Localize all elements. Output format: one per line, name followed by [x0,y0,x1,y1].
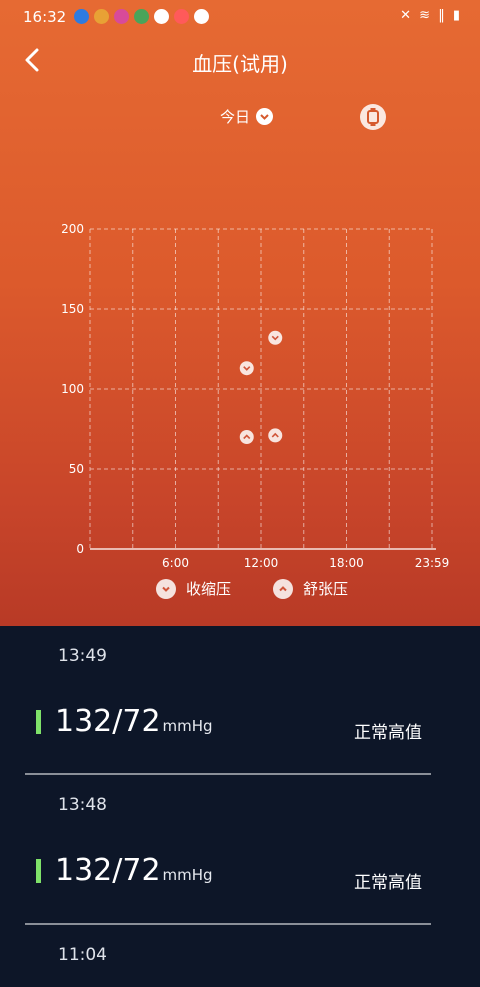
notification-app-icon [194,9,209,24]
x-tick-label: 12:00 [244,556,279,570]
date-selector[interactable]: 今日 [220,106,274,127]
divider [25,773,431,775]
legend-systolic-label: 收缩压 [186,580,232,598]
notification-app-icon [74,9,89,24]
record-reading[interactable]: 132/72 mmHg [36,704,213,739]
x-tick-label: 23:59 [415,556,450,570]
record-unit: mmHg [162,866,213,884]
y-tick-label: 100 [61,382,84,396]
status-bar: 16:32 ✕ ≋ ‖ ▮ [0,0,480,34]
diastolic-point [239,430,254,444]
x-tick-label: 18:00 [329,556,364,570]
record-value: 132/72 [55,704,161,739]
notification-app-icon [94,9,109,24]
chevron-down-icon [256,108,274,125]
legend-diastolic: 舒张压 [273,578,348,599]
record-unit: mmHg [162,717,213,735]
y-tick-label: 200 [61,222,84,236]
divider [25,923,431,925]
blood-pressure-chart: 200 150 100 50 0 6:00 12:00 18:00 23:59 [61,222,450,570]
legend-systolic: 收缩压 [156,578,231,599]
status-indicator [36,858,41,883]
record-status: 正常高值 [354,723,422,743]
record-time: 11:04 [58,945,107,965]
system-status-icons: ✕ ≋ ‖ ▮ [400,8,462,23]
page-title: 血压(试用) [192,52,288,76]
date-selector-label: 今日 [220,108,251,126]
header-panel: 16:32 ✕ ≋ ‖ ▮ 血压(试用) 今日 200 150 100 50 0 6:00… [0,0,480,626]
x-tick-label: 6:00 [162,556,189,570]
status-time: 16:32 [23,8,67,26]
records-list[interactable]: 13:49 132/72 mmHg 正常高值 13:48 132/72 mmHg… [0,626,480,987]
y-tick-label: 150 [61,302,84,316]
notification-icons [74,9,209,24]
chevron-up-icon [273,578,293,599]
legend-diastolic-label: 舒张压 [303,580,349,598]
chevron-down-icon [156,578,176,599]
y-tick-label: 50 [69,462,84,476]
notification-app-icon [174,9,189,24]
y-tick-label: 0 [76,542,84,556]
record-value: 132/72 [55,853,161,888]
notification-app-icon [134,9,149,24]
notification-app-icon [154,9,169,24]
record-status: 正常高值 [354,873,422,893]
record-reading[interactable]: 132/72 mmHg [36,853,213,888]
record-time: 13:49 [58,646,107,666]
systolic-point [268,330,283,345]
notification-app-icon [114,9,129,24]
systolic-point [239,361,254,376]
watch-icon[interactable] [360,104,386,130]
record-time: 13:48 [58,795,107,815]
diastolic-point [268,428,283,443]
status-indicator [36,709,41,734]
